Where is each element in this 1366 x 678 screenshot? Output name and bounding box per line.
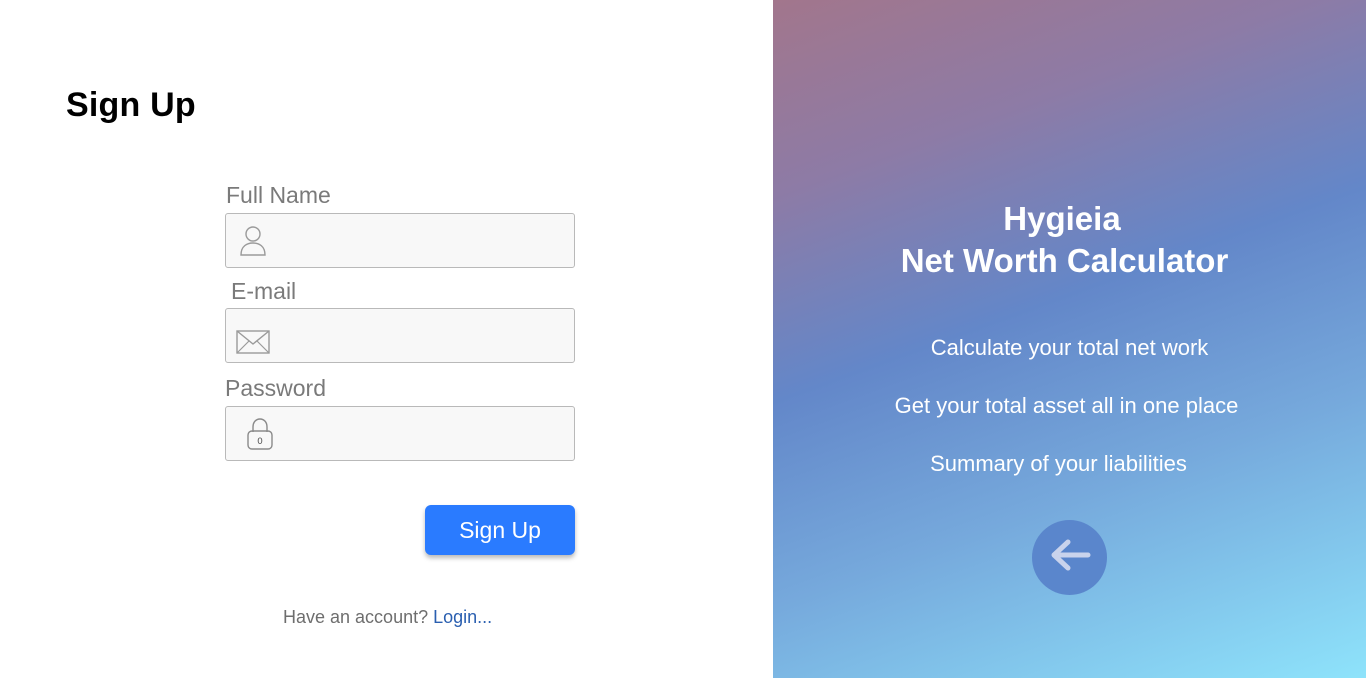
password-label: Password — [225, 375, 326, 401]
envelope-icon — [226, 309, 280, 362]
brand-name: Hygieia — [1003, 200, 1121, 237]
signup-panel: Sign Up Full Name E-mail Password 0 Sign… — [0, 0, 773, 678]
feature-item: Get your total asset all in one place — [894, 393, 1239, 418]
password-field[interactable]: 0 — [225, 406, 575, 461]
login-link[interactable]: Login... — [433, 607, 492, 627]
page-title: Sign Up — [66, 86, 196, 124]
feature-item: Summary of your liabilities — [930, 451, 1187, 476]
full-name-label: Full Name — [226, 182, 331, 208]
svg-text:0: 0 — [257, 437, 263, 447]
password-input[interactable] — [280, 407, 570, 460]
back-button[interactable] — [1032, 520, 1107, 595]
full-name-input[interactable] — [280, 214, 570, 267]
email-input[interactable] — [280, 309, 570, 362]
promo-panel: Hygieia Net Worth Calculator Calculate y… — [773, 0, 1366, 678]
email-field[interactable] — [225, 308, 575, 363]
arrow-left-icon — [1048, 538, 1092, 577]
user-icon — [226, 214, 280, 267]
full-name-field[interactable] — [225, 213, 575, 268]
email-label: E-mail — [231, 278, 297, 304]
brand-title: Hygieia Net Worth Calculator — [773, 198, 1366, 282]
account-prompt-text: Have an account? — [283, 607, 429, 627]
lock-icon: 0 — [226, 407, 280, 460]
signup-button[interactable]: Sign Up — [425, 505, 575, 555]
feature-item: Calculate your total net work — [930, 335, 1209, 360]
brand-subtitle: Net Worth Calculator — [900, 242, 1229, 279]
login-prompt: Have an account? Login... — [283, 607, 492, 628]
